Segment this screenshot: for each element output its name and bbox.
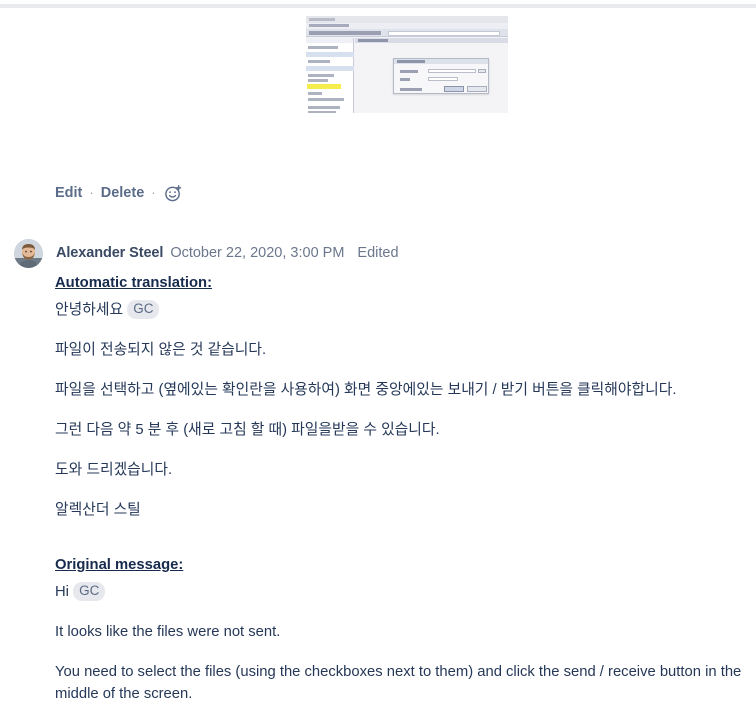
original-greeting: Hi GC [55, 581, 744, 603]
automatic-translation-heading: Automatic translation: [55, 275, 213, 291]
comment-actions: Edit · Delete · [55, 183, 183, 203]
translation-paragraph: 파일이 전송되지 않은 것 같습니다. [55, 342, 267, 358]
original-paragraph: It looks like the files were not sent. [55, 624, 281, 640]
preview-sidebar-row [308, 60, 330, 63]
preview-sidebar-row [308, 111, 336, 113]
comment: Alexander Steel October 22, 2020, 3:00 P… [14, 238, 744, 705]
delete-button[interactable]: Delete [101, 183, 145, 203]
preview-sidebar-highlighted-row [307, 84, 341, 89]
comment-header: Alexander Steel October 22, 2020, 3:00 P… [14, 238, 744, 268]
preview-dialog-label [400, 88, 422, 91]
action-separator: · [89, 185, 94, 200]
mention-chip[interactable]: GC [73, 582, 106, 601]
edited-badge: Edited [357, 245, 399, 261]
greeting-text: 안녕하세요 [55, 302, 124, 318]
preview-dialog-input [428, 77, 458, 81]
preview-titlebar [306, 16, 508, 23]
preview-main-panel [355, 38, 508, 113]
preview-dialog-input [428, 69, 476, 73]
greeting-text: Hi [55, 584, 69, 600]
action-separator: · [151, 185, 156, 200]
screenshot-preview-image[interactable] [306, 16, 508, 113]
mention-chip[interactable]: GC [127, 300, 160, 319]
translation-paragraph: 그런 다음 약 5 분 후 (새로 고침 할 때) 파일을받을 수 있습니다. [55, 422, 440, 438]
translation-paragraph: 파일을 선택하고 (옆에있는 확인란을 사용하여) 화면 중앙에있는 보내기 /… [55, 382, 677, 398]
top-divider [0, 4, 756, 8]
preview-sidebar-row [308, 106, 340, 109]
preview-sidebar-selected-row [306, 66, 354, 71]
preview-dialog [393, 58, 489, 94]
preview-sidebar [306, 38, 354, 113]
preview-sidebar-row [308, 98, 344, 101]
preview-sidebar-row [308, 79, 328, 82]
user-avatar-photo[interactable] [14, 238, 43, 268]
preview-sidebar-header [306, 38, 353, 43]
preview-sidebar-row [308, 74, 334, 77]
preview-dialog-label [400, 78, 410, 81]
preview-sidebar-selected-row [306, 52, 354, 57]
translation-signature: 알렉산더 스틸 [55, 502, 141, 518]
edit-button[interactable]: Edit [55, 183, 82, 203]
attachment-thumbnail[interactable] [306, 16, 508, 113]
comment-timestamp: October 22, 2020, 3:00 PM [170, 245, 345, 261]
comment-body: Automatic translation: 안녕하세요 GC 파일이 전송되지… [55, 270, 744, 705]
translation-greeting: 안녕하세요 GC [55, 299, 744, 321]
preview-address-field [388, 31, 500, 36]
translation-paragraph: 도와 드리겠습니다. [55, 462, 173, 478]
preview-sidebar-row [308, 46, 338, 49]
original-paragraph: You need to select the files (using the … [55, 664, 742, 702]
preview-sidebar-row [308, 92, 322, 95]
preview-dialog-label [400, 70, 418, 73]
comment-author-name[interactable]: Alexander Steel [56, 245, 163, 261]
add-reaction-icon[interactable] [164, 184, 183, 203]
original-message-heading: Original message: [55, 557, 184, 573]
preview-dialog-titlebar [394, 59, 488, 64]
preview-dialog-ok-button [444, 86, 464, 92]
preview-dialog-browse-button [478, 69, 486, 73]
preview-main-header [355, 38, 508, 43]
preview-dialog-cancel-button [467, 86, 487, 92]
